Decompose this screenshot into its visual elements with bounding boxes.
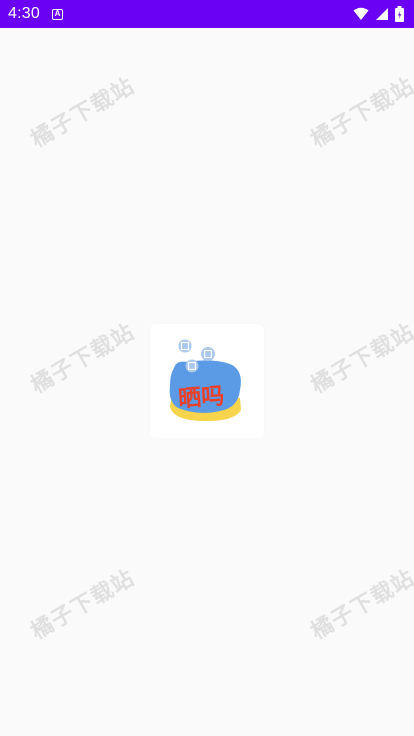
status-bar: 4:30 A [0, 0, 414, 28]
notification-a-icon: A [51, 8, 63, 20]
signal-icon [375, 7, 389, 21]
watermark: 橘子下载站 [307, 565, 414, 645]
watermark: 橘子下载站 [27, 565, 140, 645]
wifi-icon [353, 7, 369, 21]
watermark: 橘子下载站 [27, 73, 140, 153]
status-time: 4:30 [8, 5, 40, 22]
watermark: 橘子下载站 [307, 319, 414, 399]
battery-icon [395, 6, 404, 22]
watermark: 橘子下载站 [27, 319, 140, 399]
app-logo: 晒吗 [150, 324, 264, 438]
status-icons [353, 6, 404, 22]
app-logo-text: 晒吗 [177, 383, 226, 413]
watermark: 橘子下载站 [307, 73, 414, 153]
